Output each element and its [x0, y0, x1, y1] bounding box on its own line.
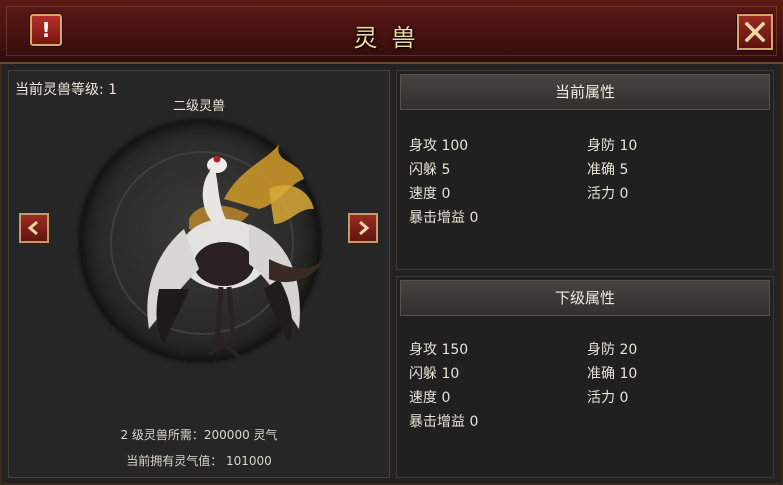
current-stat-dodge: 闪躲 5	[409, 162, 451, 178]
close-button[interactable]	[737, 14, 773, 50]
chevron-right-icon	[359, 220, 370, 236]
current-stat-crit-bonus: 暴击增益 0	[409, 210, 479, 226]
current-attributes-header: 当前属性	[400, 74, 770, 110]
next-attributes-panel: 下级属性 身攻 150 身防 20 闪躲 10 准确 10 速度 0 活力 0 …	[396, 276, 774, 478]
next-stat-crit-bonus: 暴击增益 0	[409, 414, 479, 430]
current-stat-vitality: 活力 0	[587, 186, 629, 202]
next-stat-speed: 速度 0	[409, 390, 451, 406]
next-pet-button[interactable]	[348, 213, 378, 243]
close-x-icon	[744, 21, 766, 43]
next-stat-accuracy: 准确 10	[587, 366, 638, 382]
chevron-left-icon	[27, 220, 38, 236]
next-stat-dodge: 闪躲 10	[409, 366, 460, 382]
current-stat-speed: 速度 0	[409, 186, 451, 202]
pet-name: 二级灵兽	[172, 99, 225, 114]
upgrade-cost-text: 2 级灵兽所需：200000 灵气	[120, 428, 278, 442]
pet-display-panel: 当前灵兽等级: 1 二级灵兽 2 级灵兽所需：200000 灵气 当前拥有灵气值…	[8, 70, 390, 478]
next-attributes-header: 下级属性	[400, 280, 770, 316]
next-stat-vitality: 活力 0	[587, 390, 629, 406]
spirit-crane-illustration	[147, 144, 324, 359]
title-bar: ! 灵兽	[0, 0, 783, 64]
next-stat-defense: 身防 20	[587, 342, 638, 358]
current-stat-defense: 身防 10	[587, 138, 638, 154]
owned-spirit-energy-text: 当前拥有灵气值： 101000	[126, 454, 272, 468]
previous-pet-button[interactable]	[19, 213, 49, 243]
current-attributes-panel: 当前属性 身攻 100 身防 10 闪躲 5 准确 5 速度 0 活力 0 暴击…	[396, 70, 774, 270]
next-stat-attack: 身攻 150	[409, 342, 469, 358]
window-title: 灵兽	[353, 24, 430, 52]
current-stat-attack: 身攻 100	[409, 138, 469, 154]
current-stat-accuracy: 准确 5	[587, 162, 629, 178]
